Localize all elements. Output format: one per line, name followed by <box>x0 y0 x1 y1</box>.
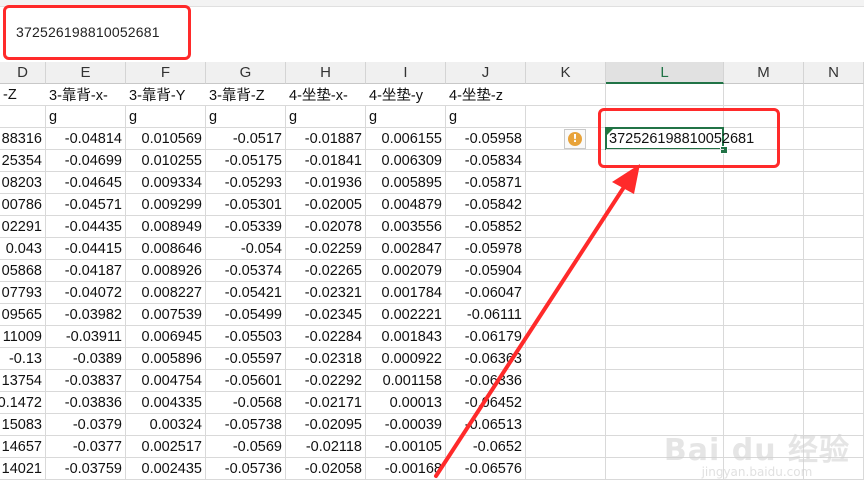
annotation-arrow <box>434 164 640 478</box>
